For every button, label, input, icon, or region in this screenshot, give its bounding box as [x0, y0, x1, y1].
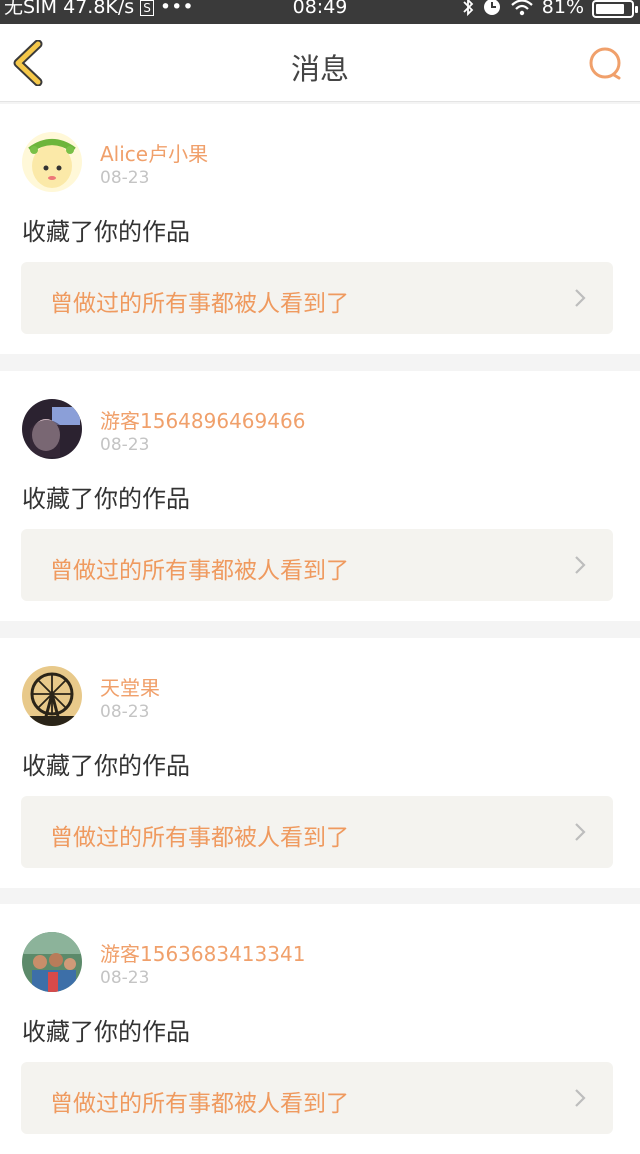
bluetooth-icon [463, 0, 474, 17]
work-title: 曾做过的所有事都被人看到了 [50, 825, 349, 851]
avatar-image [22, 132, 82, 192]
nav-bar: 消息 [0, 24, 640, 102]
work-link[interactable]: 曾做过的所有事都被人看到了 [21, 529, 613, 601]
work-link[interactable]: 曾做过的所有事都被人看到了 [21, 262, 613, 334]
notification-action: 收藏了你的作品 [22, 752, 190, 780]
search-button[interactable] [586, 44, 626, 84]
work-title: 曾做过的所有事都被人看到了 [50, 291, 349, 317]
notification-action: 收藏了你的作品 [22, 485, 190, 513]
avatar-image [22, 399, 82, 459]
wifi-icon [511, 0, 533, 16]
avatar[interactable] [22, 666, 82, 726]
work-link[interactable]: 曾做过的所有事都被人看到了 [21, 1062, 613, 1134]
notification-card: 游客1563683413341 08-23 收藏了你的作品 曾做过的所有事都被人… [0, 904, 640, 1154]
avatar-image [22, 666, 82, 726]
chevron-right-icon [575, 1089, 586, 1107]
work-title: 曾做过的所有事都被人看到了 [50, 1091, 349, 1117]
chevron-right-icon [575, 823, 586, 841]
work-link[interactable]: 曾做过的所有事都被人看到了 [21, 796, 613, 868]
battery-fill [596, 4, 624, 14]
work-title: 曾做过的所有事都被人看到了 [50, 558, 349, 584]
status-right: 81% [462, 0, 638, 19]
notification-date: 08-23 [100, 968, 150, 988]
notification-action: 收藏了你的作品 [22, 218, 190, 246]
avatar-image [22, 932, 82, 992]
notification-date: 08-23 [100, 435, 150, 455]
avatar[interactable] [22, 932, 82, 992]
battery-icon [592, 0, 638, 18]
notification-card: 游客1564896469466 08-23 收藏了你的作品 曾做过的所有事都被人… [0, 371, 640, 621]
username[interactable]: 游客1564896469466 [100, 405, 305, 434]
alarm-icon [483, 0, 500, 15]
avatar[interactable] [22, 399, 82, 459]
notification-date: 08-23 [100, 168, 150, 188]
search-icon [589, 47, 621, 80]
avatar[interactable] [22, 132, 82, 192]
username[interactable]: 天堂果 [100, 672, 160, 701]
notification-card: 天堂果 08-23 收藏了你的作品 曾做过的所有事都被人看到了 [0, 638, 640, 888]
notification-date: 08-23 [100, 702, 150, 722]
username[interactable]: Alice卢小果 [100, 138, 208, 167]
chevron-right-icon [575, 289, 586, 307]
status-bar: 无SIM 47.8K/s S ••• 08:49 81% [0, 0, 640, 24]
page-title: 消息 [290, 52, 349, 86]
notification-action: 收藏了你的作品 [22, 1018, 190, 1046]
username[interactable]: 游客1563683413341 [100, 938, 305, 967]
battery-percent: 81% [541, 0, 584, 18]
chevron-right-icon [575, 556, 586, 574]
notification-card: Alice卢小果 08-23 收藏了你的作品 曾做过的所有事都被人看到了 [0, 104, 640, 354]
